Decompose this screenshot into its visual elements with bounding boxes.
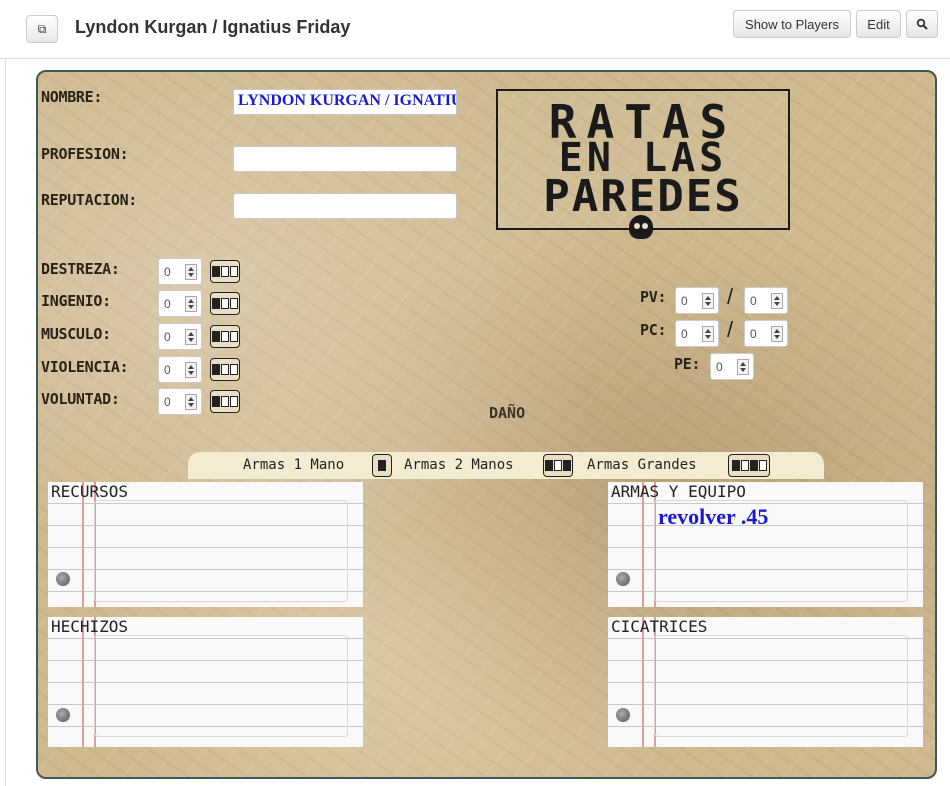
destreza-label: DESTREZA:	[41, 260, 120, 278]
punch-hole-icon	[56, 708, 70, 722]
violencia-roll-button[interactable]	[210, 358, 240, 381]
nombre-field[interactable]: LYNDON KURGAN / IGNATIUS FRIDAY	[233, 89, 457, 115]
ingenio-roll-button[interactable]	[210, 292, 240, 315]
voluntad-roll-button[interactable]	[210, 390, 240, 413]
musculo-value: 0	[164, 330, 171, 344]
musculo-input[interactable]: 0	[158, 323, 202, 350]
stepper-icon[interactable]	[185, 264, 197, 280]
voluntad-input[interactable]: 0	[158, 388, 202, 415]
ingenio-label: INGENIO:	[41, 292, 111, 310]
cicatrices-title: CICATRICES	[611, 617, 708, 636]
zoom-button[interactable]	[906, 10, 938, 38]
stepper-icon[interactable]	[185, 329, 197, 345]
popout-button[interactable]: ⧉	[26, 15, 58, 43]
stepper-icon[interactable]	[702, 293, 714, 309]
game-logo: RATAS EN LAS PAREDES	[496, 89, 790, 239]
punch-hole-icon	[616, 572, 630, 586]
edit-button[interactable]: Edit	[856, 10, 901, 38]
stepper-icon[interactable]	[737, 359, 749, 375]
character-sheet: NOMBRE: LYNDON KURGAN / IGNATIUS FRIDAY …	[36, 70, 937, 779]
cicatrices-box[interactable]: CICATRICES	[608, 617, 923, 747]
pe-value: 0	[716, 360, 723, 374]
destreza-value: 0	[164, 265, 171, 279]
recursos-box[interactable]: RECURSOS	[48, 482, 363, 607]
window-header: ⧉ Lyndon Kurgan / Ignatius Friday Show t…	[0, 0, 950, 59]
profesion-label: PROFESION:	[41, 145, 129, 163]
musculo-label: MUSCULO:	[41, 325, 111, 343]
pv-separator: /	[727, 284, 734, 309]
weapons-2-hands-roll-button[interactable]	[543, 454, 573, 477]
stepper-icon[interactable]	[185, 296, 197, 312]
weapons-large-roll-button[interactable]	[728, 454, 770, 477]
voluntad-value: 0	[164, 395, 171, 409]
nombre-label: NOMBRE:	[41, 88, 103, 106]
pv-label: PV:	[640, 288, 667, 306]
pc-max-input[interactable]: 0	[744, 320, 788, 347]
stepper-icon[interactable]	[185, 362, 197, 378]
weapons-strip: Armas 1 Mano Armas 2 Manos Armas Grandes	[188, 452, 824, 479]
skull-icon	[629, 215, 653, 239]
pe-label: PE:	[674, 355, 701, 373]
violencia-label: VIOLENCIA:	[41, 358, 129, 376]
show-to-players-button[interactable]: Show to Players	[733, 10, 851, 38]
weapons-1-hand-roll-button[interactable]	[372, 454, 392, 477]
stepper-icon[interactable]	[702, 326, 714, 342]
popout-icon: ⧉	[37, 21, 47, 36]
voluntad-label: VOLUNTAD:	[41, 390, 120, 408]
pv-max-input[interactable]: 0	[744, 287, 788, 314]
stepper-icon[interactable]	[185, 394, 197, 410]
pv-current-input[interactable]: 0	[675, 287, 719, 314]
hechizos-box[interactable]: HECHIZOS	[48, 617, 363, 747]
ingenio-value: 0	[164, 297, 171, 311]
pc-current-input[interactable]: 0	[675, 320, 719, 347]
weapons-1-hand-label: Armas 1 Mano	[243, 457, 345, 473]
pv-current-value: 0	[681, 294, 688, 308]
armas-equipo-content[interactable]: revolver .45	[658, 504, 768, 530]
pc-label: PC:	[640, 321, 667, 339]
punch-hole-icon	[56, 572, 70, 586]
pc-max-value: 0	[750, 327, 757, 341]
destreza-input[interactable]: 0	[158, 258, 202, 285]
ingenio-input[interactable]: 0	[158, 290, 202, 317]
pe-input[interactable]: 0	[710, 353, 754, 380]
musculo-roll-button[interactable]	[210, 325, 240, 348]
profesion-field[interactable]	[233, 146, 457, 172]
reputacion-label: REPUTACION:	[41, 191, 138, 209]
armas-equipo-box[interactable]: ARMAS Y EQUIPO revolver .45	[608, 482, 923, 607]
pv-max-value: 0	[750, 294, 757, 308]
stepper-icon[interactable]	[771, 293, 783, 309]
punch-hole-icon	[616, 708, 630, 722]
stepper-icon[interactable]	[771, 326, 783, 342]
hechizos-title: HECHIZOS	[51, 617, 129, 636]
weapons-2-hands-label: Armas 2 Manos	[404, 457, 514, 473]
reputacion-field[interactable]	[233, 193, 457, 219]
armas-equipo-title: ARMAS Y EQUIPO	[611, 482, 746, 501]
window-title: Lyndon Kurgan / Ignatius Friday	[75, 17, 351, 37]
left-divider	[5, 58, 6, 786]
recursos-title: RECURSOS	[51, 482, 129, 501]
pc-current-value: 0	[681, 327, 688, 341]
dano-label: DAÑO	[489, 404, 526, 422]
violencia-input[interactable]: 0	[158, 356, 202, 383]
weapons-large-label: Armas Grandes	[587, 457, 697, 473]
violencia-value: 0	[164, 363, 171, 377]
search-icon	[916, 18, 928, 30]
destreza-roll-button[interactable]	[210, 260, 240, 283]
pc-separator: /	[727, 317, 734, 342]
